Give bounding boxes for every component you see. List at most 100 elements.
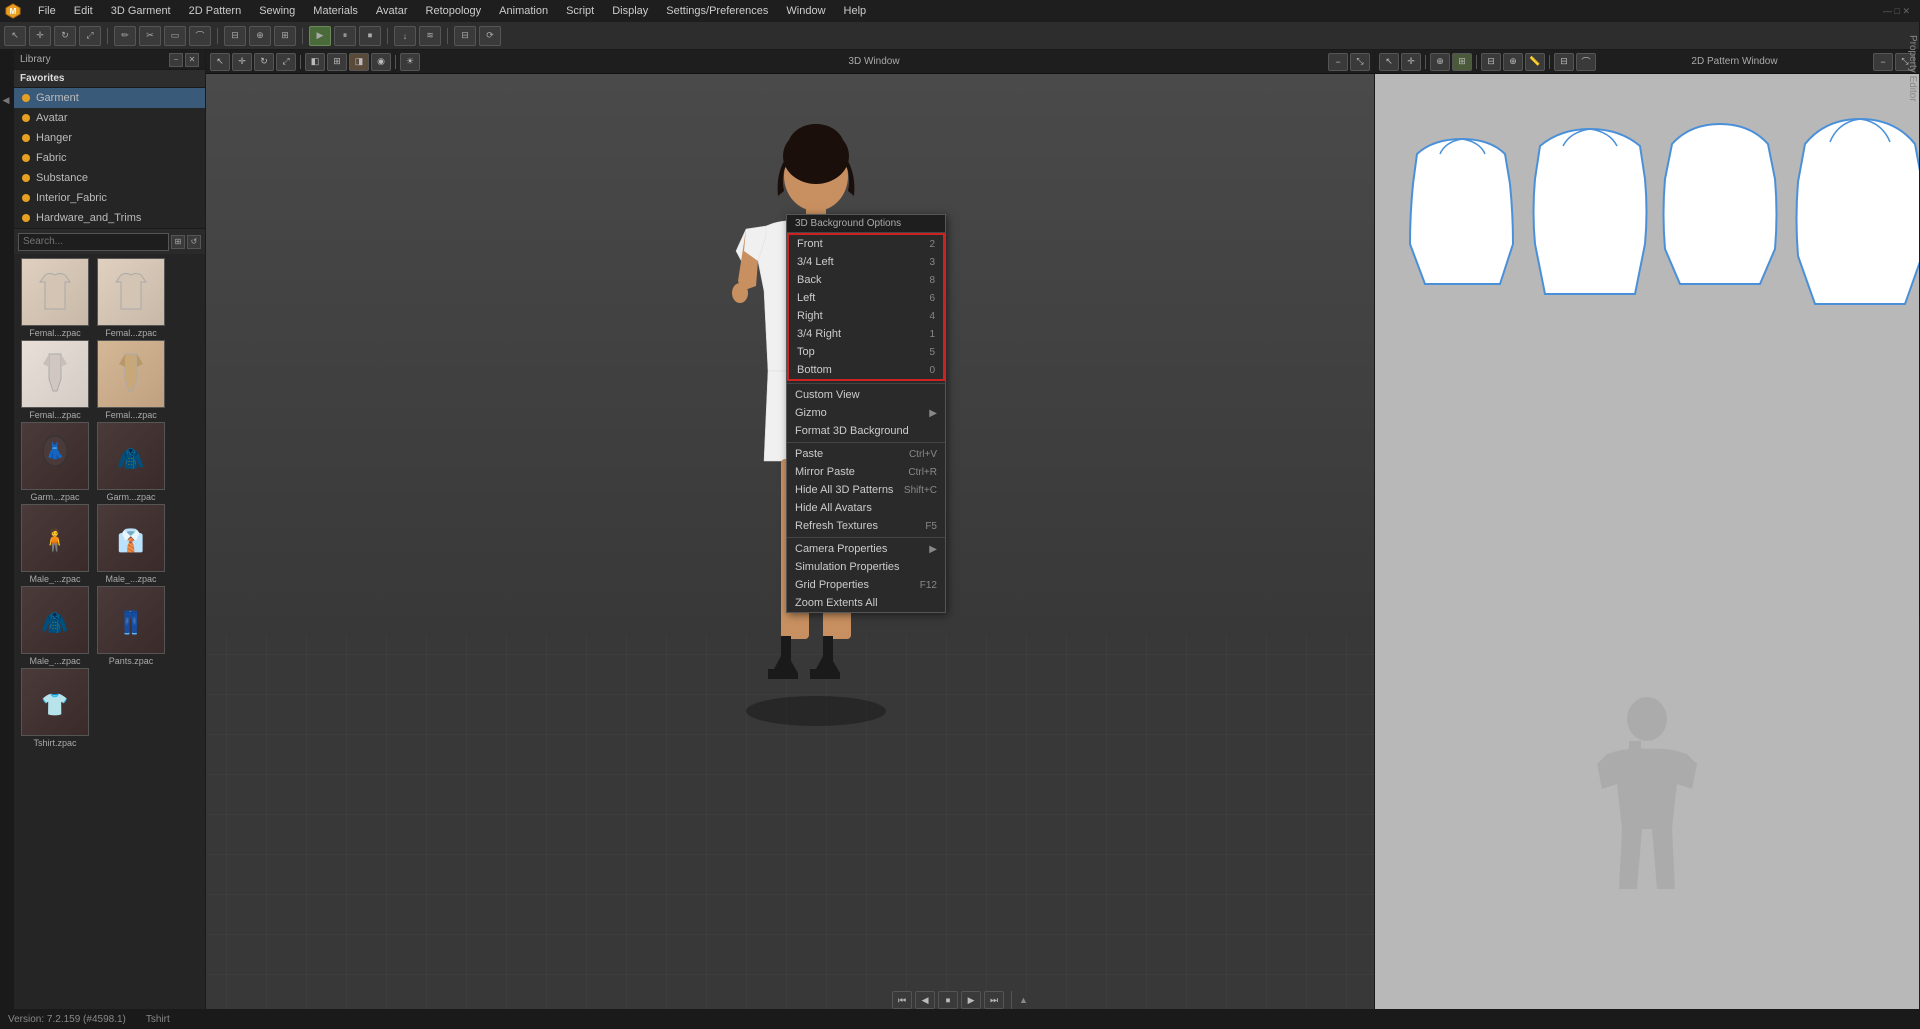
- ctx-hide-patterns[interactable]: Hide All 3D Patterns Shift+C: [787, 481, 945, 499]
- pattern-piece-3[interactable]: [1660, 119, 1780, 292]
- sewing-tool-btn[interactable]: ⊟: [224, 26, 246, 46]
- menu-window[interactable]: Window: [778, 3, 833, 19]
- tree-item-fabric[interactable]: Fabric: [14, 148, 205, 168]
- ctx-custom-view[interactable]: Custom View: [787, 386, 945, 404]
- shape-tool-btn[interactable]: ▭: [164, 26, 186, 46]
- ctx-3quarter-right[interactable]: 3/4 Right 1: [789, 325, 943, 343]
- tree-item-substance[interactable]: Substance: [14, 168, 205, 188]
- gravity-btn[interactable]: ↓: [394, 26, 416, 46]
- pattern-piece-1[interactable]: [1405, 134, 1520, 292]
- asset-item-6[interactable]: 🧥 Garm...zpac: [94, 422, 168, 502]
- ctx-3quarter-left[interactable]: 3/4 Left 3: [789, 253, 943, 271]
- pattern-minimize-btn[interactable]: −: [1873, 53, 1893, 71]
- ctx-right[interactable]: Right 4: [789, 307, 943, 325]
- ctx-front[interactable]: Front 2: [789, 235, 943, 253]
- asset-item-9[interactable]: 🧥 Male_...zpac: [18, 586, 92, 666]
- tree-item-hardware[interactable]: Hardware_and_Trims: [14, 208, 205, 228]
- pattern-select-btn[interactable]: ↖: [1379, 53, 1399, 71]
- play-btn[interactable]: ⏮: [892, 991, 912, 1009]
- ctx-camera-props[interactable]: Camera Properties ▶: [787, 540, 945, 558]
- ctx-simulation-props[interactable]: Simulation Properties: [787, 558, 945, 576]
- vp-render-btn[interactable]: ◉: [371, 53, 391, 71]
- menu-display[interactable]: Display: [604, 3, 656, 19]
- menu-3d-garment[interactable]: 3D Garment: [103, 3, 179, 19]
- ctx-top[interactable]: Top 5: [789, 343, 943, 361]
- vp-rotate-btn[interactable]: ↻: [254, 53, 274, 71]
- simulate-btn[interactable]: ▶: [309, 26, 331, 46]
- asset-grid-view-btn[interactable]: ⊞: [171, 235, 185, 249]
- play-end-btn[interactable]: ⏭: [984, 991, 1004, 1009]
- ctx-hide-avatars[interactable]: Hide All Avatars: [787, 499, 945, 517]
- pattern-sew-btn[interactable]: ⌒: [1576, 53, 1596, 71]
- arc-tool-btn[interactable]: ⌒: [189, 26, 211, 46]
- pattern-snap-btn[interactable]: ⊕: [1503, 53, 1523, 71]
- select-tool-btn[interactable]: ↖: [4, 26, 26, 46]
- pattern-zoom-btn[interactable]: ⊕: [1430, 53, 1450, 71]
- ctx-grid-props[interactable]: Grid Properties F12: [787, 576, 945, 594]
- asset-item-11[interactable]: 👕 Tshirt.zpac: [18, 668, 92, 748]
- ctx-refresh-textures[interactable]: Refresh Textures F5: [787, 517, 945, 535]
- tree-item-interior-fabric[interactable]: Interior_Fabric: [14, 188, 205, 208]
- play-back-btn[interactable]: ◀: [915, 991, 935, 1009]
- ctx-left[interactable]: Left 6: [789, 289, 943, 307]
- asset-item-10[interactable]: 👖 Pants.zpac: [94, 586, 168, 666]
- panel-close-btn[interactable]: ✕: [185, 53, 199, 67]
- play-forward-btn[interactable]: ▶: [961, 991, 981, 1009]
- v-tab-item[interactable]: ◀: [0, 90, 14, 112]
- vp-move-btn[interactable]: ✛: [232, 53, 252, 71]
- asset-item-1[interactable]: Femal...zpac: [18, 258, 92, 338]
- pattern-arrange-btn[interactable]: ⊟: [1554, 53, 1574, 71]
- ctx-format-3d-bg[interactable]: Format 3D Background: [787, 422, 945, 440]
- menu-retopology[interactable]: Retopology: [418, 3, 490, 19]
- asset-item-3[interactable]: Femal...zpac: [18, 340, 92, 420]
- viewport-3d-content[interactable]: 3D Background Options Front 2 3/4 Left 3…: [206, 74, 1374, 1009]
- asset-item-8[interactable]: 👔 Male_...zpac: [94, 504, 168, 584]
- asset-item-7[interactable]: 🧍 Male_...zpac: [18, 504, 92, 584]
- vp-shading-btn[interactable]: ◧: [305, 53, 325, 71]
- pattern-grid-btn[interactable]: ⊟: [1481, 53, 1501, 71]
- pattern-piece-2[interactable]: [1525, 124, 1655, 302]
- pattern-content[interactable]: [1375, 74, 1919, 1009]
- sync-btn[interactable]: ⟳: [479, 26, 501, 46]
- vp-minimize-btn[interactable]: −: [1328, 53, 1348, 71]
- asset-search-input[interactable]: [18, 233, 169, 251]
- menu-animation[interactable]: Animation: [491, 3, 556, 19]
- vp-wireframe-btn[interactable]: ⊞: [327, 53, 347, 71]
- ctx-bottom[interactable]: Bottom 0: [789, 361, 943, 379]
- pattern-piece-4[interactable]: [1790, 114, 1919, 312]
- menu-2d-pattern[interactable]: 2D Pattern: [181, 3, 250, 19]
- vp-texture-btn[interactable]: ◨: [349, 53, 369, 71]
- pin-tool-btn[interactable]: ⊕: [249, 26, 271, 46]
- pattern-ruler-btn[interactable]: 📏: [1525, 53, 1545, 71]
- app-logo[interactable]: M: [4, 2, 22, 20]
- menu-settings[interactable]: Settings/Preferences: [658, 3, 776, 19]
- pause-btn[interactable]: ⏸: [334, 26, 356, 46]
- ctx-back[interactable]: Back 8: [789, 271, 943, 289]
- play-stop-btn[interactable]: ⏹: [938, 991, 958, 1009]
- ctx-paste[interactable]: Paste Ctrl+V: [787, 445, 945, 463]
- pattern-fit-btn[interactable]: ⊞: [1452, 53, 1472, 71]
- tree-item-hanger[interactable]: Hanger: [14, 128, 205, 148]
- asset-item-5[interactable]: 👗 Garm...zpac: [18, 422, 92, 502]
- pen-tool-btn[interactable]: ✏: [114, 26, 136, 46]
- tree-item-garment[interactable]: Garment: [14, 88, 205, 108]
- scale-tool-btn[interactable]: ⤢: [79, 26, 101, 46]
- vp-expand-btn[interactable]: ⤡: [1350, 53, 1370, 71]
- vp-select-btn[interactable]: ↖: [210, 53, 230, 71]
- stop-btn[interactable]: ⏹: [359, 26, 381, 46]
- arrangement-btn[interactable]: ⊟: [454, 26, 476, 46]
- snap-tool-btn[interactable]: ⊞: [274, 26, 296, 46]
- vp-light-btn[interactable]: ☀: [400, 53, 420, 71]
- menu-materials[interactable]: Materials: [305, 3, 366, 19]
- tree-item-avatar[interactable]: Avatar: [14, 108, 205, 128]
- scissors-tool-btn[interactable]: ✂: [139, 26, 161, 46]
- asset-refresh-btn[interactable]: ↺: [187, 235, 201, 249]
- ctx-mirror-paste[interactable]: Mirror Paste Ctrl+R: [787, 463, 945, 481]
- vp-scale-btn[interactable]: ⤢: [276, 53, 296, 71]
- asset-item-2[interactable]: Femal...zpac: [94, 258, 168, 338]
- menu-edit[interactable]: Edit: [66, 3, 101, 19]
- menu-help[interactable]: Help: [836, 3, 875, 19]
- wind-btn[interactable]: ≋: [419, 26, 441, 46]
- panel-minimize-btn[interactable]: −: [169, 53, 183, 67]
- asset-item-4[interactable]: Femal...zpac: [94, 340, 168, 420]
